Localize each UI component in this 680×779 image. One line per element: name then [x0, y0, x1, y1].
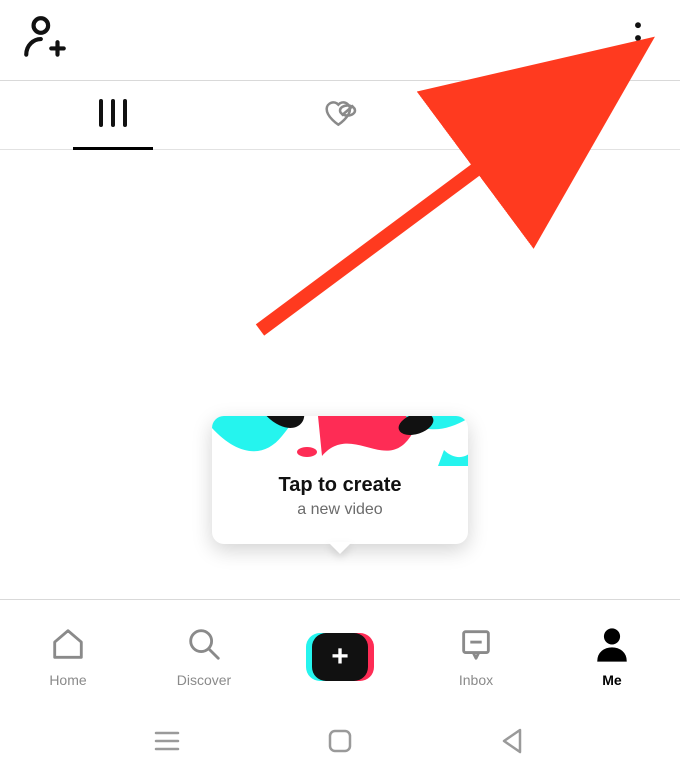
tab-posts-grid[interactable] — [0, 81, 227, 149]
create-video-tooltip[interactable]: Tap to create a new video — [212, 416, 468, 544]
home-icon — [49, 625, 87, 668]
nav-me[interactable]: Me — [557, 625, 667, 688]
nav-me-label: Me — [602, 672, 621, 688]
profile-content-area: Tap to create a new video — [0, 150, 680, 599]
profile-icon — [593, 625, 631, 668]
search-icon — [185, 625, 223, 668]
nav-discover[interactable]: Discover — [149, 625, 259, 688]
nav-discover-label: Discover — [177, 672, 231, 688]
nav-home-label: Home — [49, 672, 86, 688]
softkey-home[interactable] — [325, 726, 355, 761]
grid-icon — [93, 93, 133, 138]
tooltip-subtitle: a new video — [212, 501, 468, 519]
lock-icon — [547, 93, 587, 138]
tooltip-decorative-art — [212, 416, 468, 466]
nav-create-button[interactable]: + — [285, 633, 395, 681]
tab-private-lock[interactable] — [453, 81, 680, 149]
heart-hidden-icon — [320, 93, 360, 138]
softkey-back[interactable] — [498, 726, 528, 761]
bottom-navigation: Home Discover + — [0, 599, 680, 707]
softkey-recent[interactable] — [152, 726, 182, 761]
android-softkey-bar — [0, 707, 680, 779]
add-friends-button[interactable] — [20, 13, 70, 68]
nav-home[interactable]: Home — [13, 625, 123, 688]
tooltip-title: Tap to create — [212, 474, 468, 497]
tab-liked-hidden[interactable] — [227, 81, 454, 149]
nav-inbox[interactable]: Inbox — [421, 625, 531, 688]
more-options-button[interactable] — [624, 16, 652, 65]
profile-content-tabs — [0, 80, 680, 150]
inbox-icon — [457, 625, 495, 668]
profile-header — [0, 0, 680, 80]
nav-inbox-label: Inbox — [459, 672, 493, 688]
create-plus-icon: + — [306, 633, 374, 681]
